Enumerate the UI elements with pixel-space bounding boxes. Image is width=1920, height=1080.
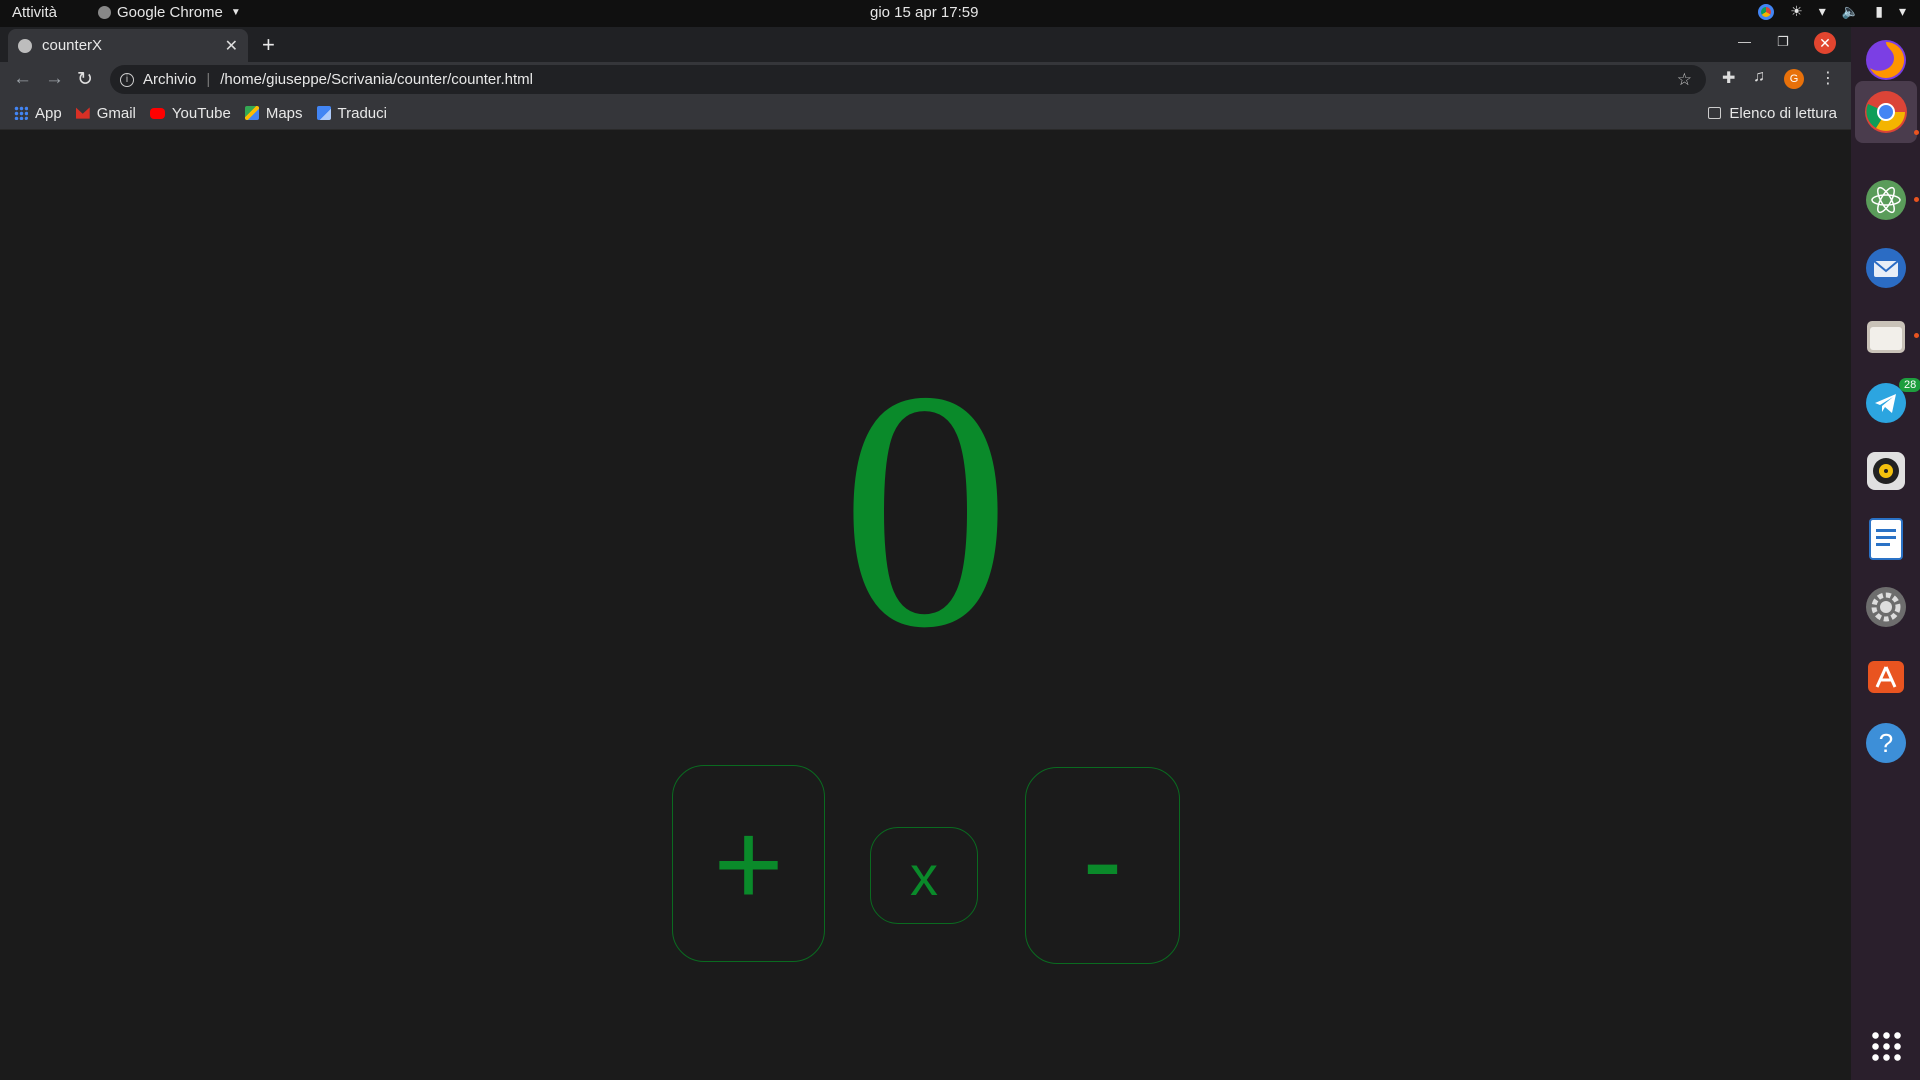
tab-strip: counterX ✕ + — ❐ ✕ — [0, 27, 1851, 62]
battery-icon[interactable]: ▮ — [1875, 3, 1883, 20]
running-indicator — [1914, 197, 1919, 202]
bookmark-translate[interactable]: Traduci — [316, 104, 387, 122]
maximize-button[interactable]: ❐ — [1777, 34, 1789, 50]
writer-icon[interactable] — [1863, 516, 1909, 562]
bookmarks-bar: App Gmail YouTube Maps Traduci Elenco di… — [0, 97, 1851, 130]
bookmark-label: Maps — [265, 104, 303, 122]
system-top-bar: Attività Google Chrome ▼ gio 15 apr 17:5… — [0, 0, 1920, 27]
address-url[interactable]: /home/giuseppe/Scrivania/counter/counter… — [220, 71, 533, 88]
software-icon[interactable] — [1863, 652, 1909, 698]
page-viewport: 0 + x - — [0, 130, 1851, 1080]
bookmark-gmail[interactable]: Gmail — [75, 104, 136, 122]
files-icon[interactable] — [1863, 313, 1909, 359]
chrome-icon[interactable] — [1855, 81, 1917, 143]
svg-text:?: ? — [1879, 728, 1893, 758]
media-controls-icon[interactable]: ♫ — [1753, 68, 1765, 86]
telegram-icon[interactable]: 28 — [1863, 378, 1920, 426]
atom-icon[interactable] — [1863, 177, 1909, 223]
back-button[interactable]: ← — [13, 68, 32, 90]
translate-icon — [316, 106, 331, 120]
rhythmbox-icon[interactable] — [1863, 448, 1909, 494]
chrome-small-icon — [98, 6, 111, 19]
globe-icon — [18, 38, 32, 53]
clock[interactable]: gio 15 apr 17:59 — [870, 4, 978, 21]
bookmark-label: YouTube — [171, 104, 231, 122]
close-tab-icon[interactable]: ✕ — [225, 36, 238, 56]
system-tray[interactable]: ☀ ▾ 🔈 ▮ ▾ — [1758, 3, 1906, 20]
firefox-icon[interactable] — [1863, 37, 1909, 83]
volume-icon[interactable]: 🔈 — [1842, 3, 1859, 20]
settings-icon[interactable] — [1863, 584, 1909, 630]
bookmark-label: App — [35, 104, 62, 122]
running-indicator — [1914, 130, 1919, 135]
minimize-button[interactable]: — — [1738, 34, 1751, 49]
show-apps-icon[interactable] — [1870, 1030, 1902, 1062]
power-menu-chevron-icon[interactable]: ▾ — [1899, 3, 1906, 20]
chrome-notification-icon[interactable] — [1758, 3, 1775, 20]
address-scheme-label: Archivio — [143, 71, 197, 88]
address-bar[interactable]: i Archivio | /home/giuseppe/Scrivania/co… — [110, 65, 1706, 94]
address-separator: | — [206, 71, 211, 88]
caret-down-icon: ▼ — [230, 7, 241, 18]
reading-list-label: Elenco di lettura — [1729, 104, 1837, 122]
reset-button[interactable]: x — [870, 827, 978, 924]
tab-counterx[interactable]: counterX ✕ — [8, 29, 248, 62]
decrement-button[interactable]: - — [1025, 767, 1180, 964]
bookmark-label: Gmail — [96, 104, 136, 122]
help-icon[interactable]: ? — [1863, 720, 1909, 766]
counter-display: 0 — [840, 321, 1011, 698]
bookmark-star-icon[interactable]: ☆ — [1677, 70, 1692, 90]
brightness-icon[interactable]: ☀ — [1790, 3, 1803, 20]
new-tab-button[interactable]: + — [262, 32, 275, 58]
bookmark-label: Traduci — [337, 104, 387, 122]
maps-icon — [244, 106, 259, 120]
apps-icon — [14, 106, 28, 120]
gmail-icon — [75, 107, 90, 119]
reading-list-icon — [1708, 107, 1722, 119]
tab-title: counterX — [42, 37, 103, 54]
reload-button[interactable]: ↻ — [77, 68, 93, 91]
app-menu[interactable]: Google Chrome ▼ — [98, 4, 241, 21]
bookmark-app[interactable]: App — [14, 105, 62, 122]
close-window-button[interactable]: ✕ — [1814, 32, 1836, 54]
wifi-icon[interactable]: ▾ — [1819, 3, 1826, 20]
app-menu-label: Google Chrome — [117, 4, 223, 21]
increment-button[interactable]: + — [672, 765, 825, 962]
thunderbird-icon[interactable] — [1863, 245, 1909, 291]
menu-kebab-icon[interactable]: ⋮ — [1820, 68, 1836, 88]
bookmark-maps[interactable]: Maps — [244, 104, 303, 122]
profile-avatar[interactable]: G — [1784, 69, 1804, 89]
telegram-unread-badge: 28 — [1899, 378, 1920, 392]
forward-button[interactable]: → — [45, 68, 64, 90]
bookmark-youtube[interactable]: YouTube — [149, 104, 231, 122]
browser-toolbar: ← → ↻ i Archivio | /home/giuseppe/Scriva… — [0, 62, 1851, 97]
running-indicator — [1914, 333, 1919, 338]
youtube-icon — [149, 107, 165, 119]
ubuntu-dock: 28 ? — [1851, 27, 1920, 1080]
info-icon[interactable]: i — [120, 72, 134, 87]
reading-list-button[interactable]: Elenco di lettura — [1708, 105, 1837, 122]
extensions-puzzle-icon[interactable]: ✚ — [1722, 68, 1735, 88]
activities-button[interactable]: Attività — [12, 4, 57, 21]
